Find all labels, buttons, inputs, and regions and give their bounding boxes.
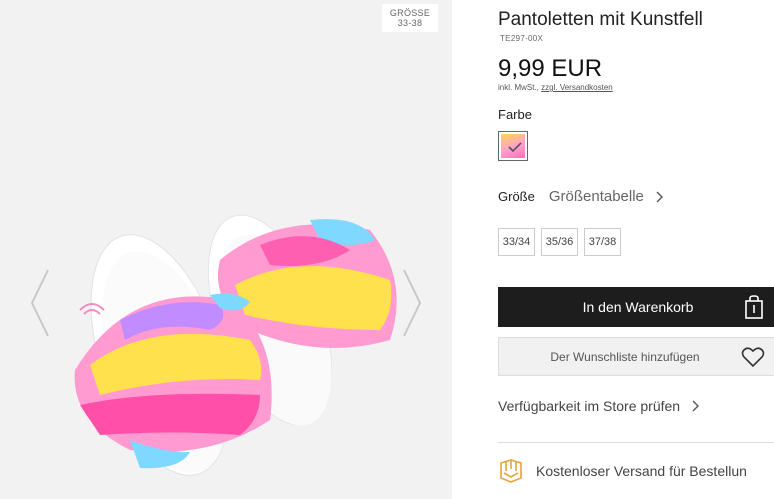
size-row: Größe Größentabelle (498, 188, 664, 205)
divider (498, 442, 774, 443)
size-option[interactable]: 33/34 (498, 228, 535, 256)
size-guide-link[interactable]: Größentabelle (549, 188, 644, 205)
product-image (74, 214, 397, 476)
size-option[interactable]: 35/36 (541, 228, 578, 256)
size-badge: GRÖSSE 33-38 (382, 4, 438, 32)
store-availability-link[interactable]: Verfügbarkeit im Store prüfen (498, 398, 700, 414)
free-shipping-label: Kostenloser Versand für Bestellun (536, 463, 747, 479)
tax-note: inkl. MwSt., zzgl. Versandkosten (498, 83, 613, 92)
box-icon (500, 459, 522, 483)
product-sku: TE297-00X (500, 34, 544, 43)
size-label: Größe (498, 189, 535, 204)
tax-note-text: inkl. MwSt., (498, 83, 539, 92)
size-options: 33/34 35/36 37/38 (498, 228, 621, 256)
chevron-right-icon (692, 400, 700, 412)
shipping-costs-link[interactable]: zzgl. Versandkosten (541, 83, 613, 92)
product-details-panel: Pantoletten mit Kunstfell TE297-00X 9,99… (452, 0, 774, 499)
size-option[interactable]: 37/38 (584, 228, 621, 256)
add-to-wishlist-label: Der Wunschliste hinzufügen (550, 349, 700, 364)
product-title: Pantoletten mit Kunstfell (498, 9, 703, 30)
add-to-wishlist-button[interactable]: Der Wunschliste hinzufügen (498, 337, 774, 376)
color-label: Farbe (498, 107, 532, 122)
chevron-right-icon[interactable] (656, 191, 664, 203)
add-to-cart-button[interactable]: In den Warenkorb (498, 287, 774, 327)
chevron-left-icon[interactable] (28, 268, 52, 338)
heart-icon (741, 347, 765, 368)
store-availability-label: Verfügbarkeit im Store prüfen (498, 398, 681, 414)
add-to-cart-label: In den Warenkorb (582, 299, 694, 315)
shopping-bag-icon (745, 295, 763, 319)
size-badge-range: 33-38 (397, 18, 423, 28)
product-gallery: GRÖSSE 33-38 (0, 0, 452, 499)
chevron-right-icon[interactable] (400, 268, 424, 338)
size-badge-label: GRÖSSE (389, 8, 431, 18)
free-shipping-info: Kostenloser Versand für Bestellun (498, 459, 747, 483)
color-swatch-fill (501, 134, 525, 158)
check-icon (508, 142, 522, 153)
product-price: 9,99 EUR (498, 55, 603, 82)
color-swatch-selected[interactable] (498, 131, 528, 161)
